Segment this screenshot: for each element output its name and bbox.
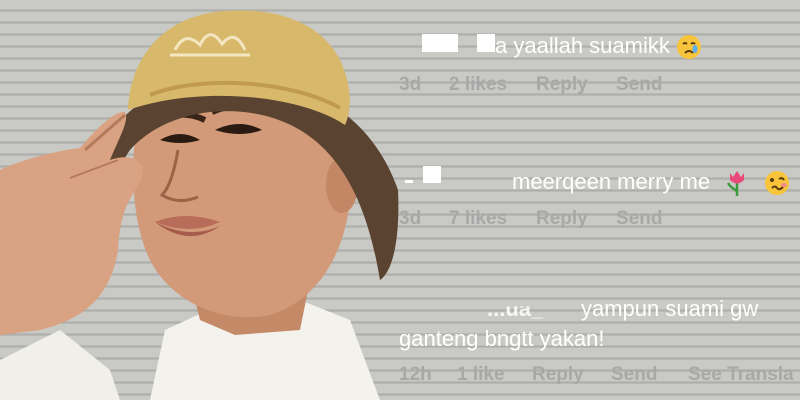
timestamp: 3d [399, 74, 422, 95]
likes-count[interactable]: 1 like [457, 364, 505, 386]
comment-text: a yaallah suamikk [495, 33, 702, 60]
see-translation-button[interactable]: See Transla [688, 364, 794, 386]
tulip-icon [727, 171, 745, 197]
comments-panel: a yaallah suamikk 3d 2 likes Reply Send … [395, 0, 800, 400]
comment-text-line-1: yampun suami gw [581, 296, 759, 321]
comment-meta: 3d 2 likes Reply Send [395, 74, 800, 98]
comment-meta: 12h 1 like Reply Send See Transla [395, 364, 800, 388]
timestamp: 12h [399, 364, 432, 385]
reply-button[interactable]: Reply [536, 208, 588, 230]
send-button[interactable]: Send [616, 208, 662, 230]
reply-button[interactable]: Reply [536, 74, 588, 96]
likes-count[interactable]: 7 likes [449, 208, 507, 230]
comment-username[interactable]: ...ua_ [487, 306, 543, 322]
username-redaction [405, 180, 413, 183]
reply-button[interactable]: Reply [532, 364, 584, 386]
woozy-face-icon [765, 171, 790, 196]
username-redaction [477, 34, 495, 52]
send-button[interactable]: Send [616, 74, 662, 96]
timestamp: 3d [399, 208, 422, 229]
crying-face-icon [677, 35, 701, 60]
comment-meta: 3d 7 likes Reply Send [395, 208, 800, 232]
send-button[interactable]: Send [611, 364, 657, 386]
likes-count[interactable]: 2 likes [449, 74, 507, 96]
username-redaction [422, 34, 458, 52]
comment-text: meerqeen merry me [512, 169, 790, 197]
username-redaction [423, 166, 441, 183]
comment-text-line-2: ganteng bngtt yakan! [399, 326, 605, 351]
